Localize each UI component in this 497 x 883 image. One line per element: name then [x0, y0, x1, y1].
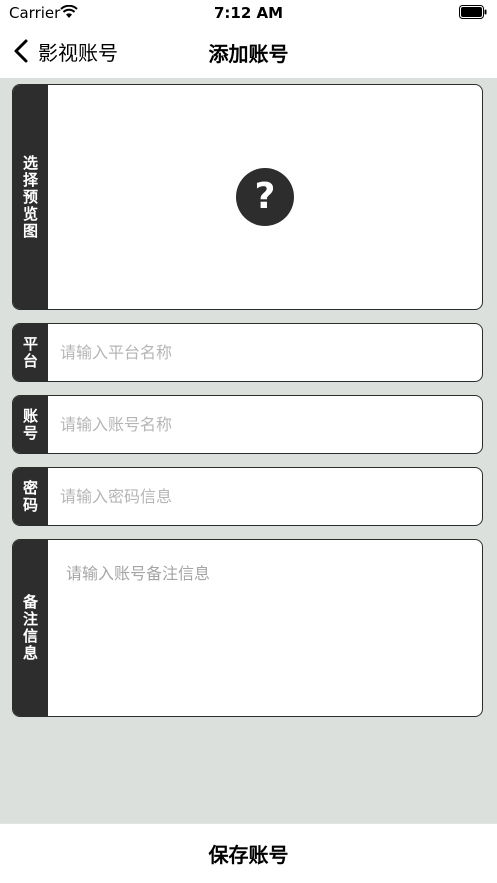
- remark-field: 备注信息: [12, 539, 483, 717]
- preview-label: 选择预览图: [21, 154, 39, 240]
- navigation-bar: 影视账号 添加账号: [0, 26, 497, 78]
- preview-area[interactable]: ?: [48, 85, 482, 309]
- remark-label: 备注信息: [21, 594, 39, 662]
- bottom-bar: 保存账号: [0, 823, 497, 883]
- page-title: 添加账号: [208, 42, 289, 66]
- preview-side-label: 选择预览图: [13, 85, 48, 309]
- account-side-label: 账号: [13, 396, 48, 453]
- password-side-label: 密码: [13, 468, 48, 525]
- platform-side-label: 平台: [13, 324, 48, 381]
- platform-field: 平台: [12, 323, 483, 382]
- preview-picker[interactable]: 选择预览图 ?: [12, 84, 483, 310]
- platform-input[interactable]: [48, 324, 482, 381]
- save-account-button[interactable]: 保存账号: [0, 824, 497, 883]
- password-input[interactable]: [48, 468, 482, 525]
- remark-side-label: 备注信息: [13, 540, 48, 716]
- password-field: 密码: [12, 467, 483, 526]
- question-icon[interactable]: ?: [236, 168, 294, 226]
- account-field: 账号: [12, 395, 483, 454]
- form-content: 选择预览图 ? 平台 账号 密码 备注信息: [0, 78, 497, 823]
- password-label: 密码: [21, 479, 39, 514]
- platform-label: 平台: [21, 335, 39, 370]
- account-label: 账号: [21, 407, 39, 442]
- status-time: 7:12 AM: [213, 4, 284, 22]
- battery-icon: [459, 5, 487, 19]
- remark-input[interactable]: [48, 540, 482, 716]
- status-bar: Carrier 7:12 AM: [0, 0, 497, 26]
- account-input[interactable]: [48, 396, 482, 453]
